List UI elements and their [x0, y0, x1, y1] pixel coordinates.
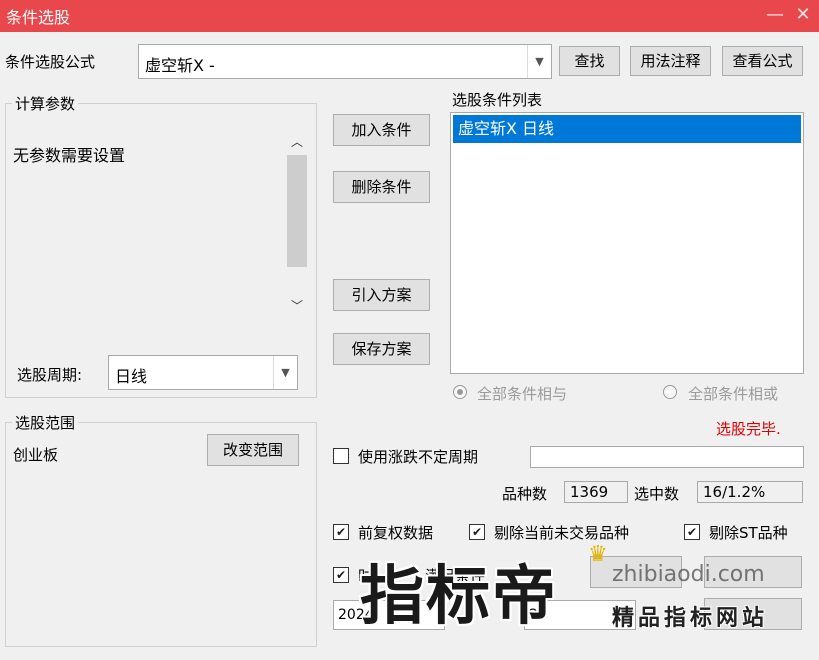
radio-and-label: 全部条件相与: [477, 385, 568, 403]
count-field: 1369: [564, 481, 628, 503]
watermark-logo: 指标帝: [360, 559, 558, 634]
add-condition-button[interactable]: 加入条件: [333, 114, 430, 146]
params-message: 无参数需要设置: [13, 146, 126, 165]
remove-condition-button[interactable]: 删除条件: [333, 171, 430, 203]
change-range-button[interactable]: 改变范围: [207, 434, 299, 466]
crown-icon: ♛: [588, 542, 608, 567]
partial-checkbox[interactable]: ✔: [333, 567, 349, 583]
forward-adjust-label: 前复权数据: [358, 524, 434, 542]
range-value: 创业板: [13, 446, 59, 464]
variable-period-input[interactable]: [530, 446, 804, 468]
scroll-down-icon[interactable]: ﹀: [291, 297, 303, 314]
selected-label: 选中数: [634, 485, 680, 503]
forward-adjust-checkbox[interactable]: ✔: [333, 524, 349, 540]
period-label: 选股周期:: [17, 366, 83, 384]
view-formula-button[interactable]: 查看公式: [722, 46, 803, 76]
radio-or[interactable]: [663, 385, 677, 399]
period-select[interactable]: 日线 ▼: [108, 355, 298, 390]
chevron-down-icon[interactable]: ▼: [527, 45, 551, 78]
variable-period-label: 使用涨跌不定周期: [358, 448, 479, 466]
import-plan-button[interactable]: 引入方案: [333, 279, 430, 311]
exclude-st-checkbox[interactable]: ✔: [684, 524, 700, 540]
conditions-label: 选股条件列表: [452, 91, 543, 109]
watermark-domain: zhibiaodi.com: [612, 562, 765, 587]
count-label: 品种数: [502, 485, 548, 503]
chevron-down-icon[interactable]: ▼: [273, 356, 297, 389]
radio-or-label: 全部条件相或: [688, 385, 779, 403]
exclude-st-label: 剔除ST品种: [709, 524, 788, 542]
scroll-thumb[interactable]: [287, 155, 307, 267]
find-button[interactable]: 查找: [559, 46, 620, 76]
selected-field: 16/1.2%: [697, 481, 803, 503]
conditions-list[interactable]: 虚空斩X 日线: [450, 112, 804, 374]
params-group-label: 计算参数: [12, 93, 79, 114]
exclude-untraded-label: 剔除当前未交易品种: [494, 524, 630, 542]
range-group-label: 选股范围: [12, 412, 79, 433]
save-plan-button[interactable]: 保存方案: [333, 333, 430, 365]
formula-label: 条件选股公式: [5, 53, 96, 71]
window-title: 条件选股: [6, 8, 71, 27]
scroll-up-icon[interactable]: ︿: [291, 133, 303, 150]
minimize-icon[interactable]: —: [763, 3, 787, 27]
watermark-slogan: 精品指标网站: [612, 606, 769, 631]
status-text: 选股完毕.: [716, 420, 781, 438]
usage-button[interactable]: 用法注释: [630, 46, 711, 76]
params-scrollbar[interactable]: ︿ ﹀: [285, 127, 309, 319]
close-icon[interactable]: ✕: [791, 3, 815, 27]
list-item[interactable]: 虚空斩X 日线: [453, 115, 801, 143]
radio-and[interactable]: [453, 385, 467, 399]
variable-period-checkbox[interactable]: [333, 448, 349, 464]
formula-value: 虚空斩X -: [145, 56, 215, 75]
title-bar: 条件选股 — ✕: [0, 0, 819, 32]
period-value: 日线: [115, 367, 148, 386]
formula-select[interactable]: 虚空斩X - ▼: [138, 44, 552, 79]
exclude-untraded-checkbox[interactable]: ✔: [469, 524, 485, 540]
